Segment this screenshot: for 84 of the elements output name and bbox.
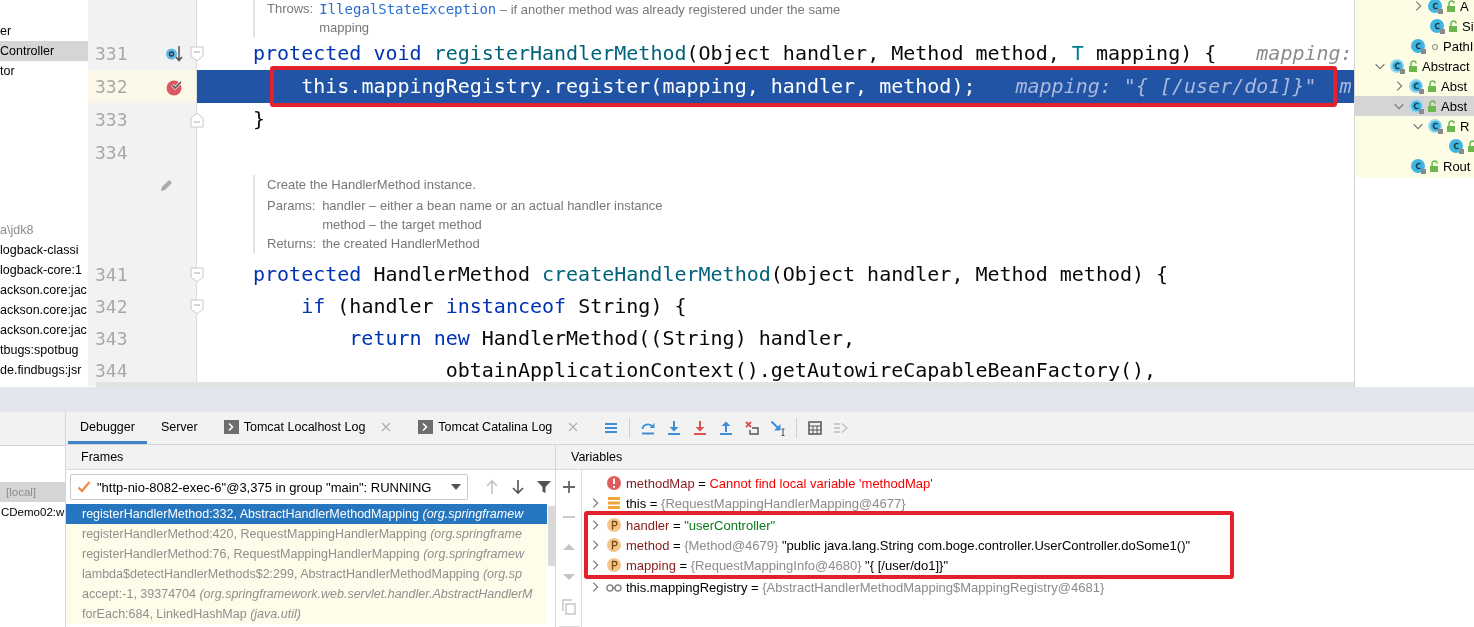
inline-hint: mapping: [1256,41,1353,65]
caret-icon [451,484,461,490]
menu-icon[interactable] [603,420,620,436]
code-text: this.mappingRegistry.register(mapping, handler, method); [301,74,976,98]
doc-label: Returns: [267,235,317,253]
tree-row[interactable]: Abst [1355,96,1474,116]
tree-row[interactable]: PathI [1355,36,1474,56]
line-number: 331 [94,43,129,64]
fold-marker-icon[interactable] [190,46,204,62]
tree-item[interactable]: Controller [0,41,88,61]
variable-entry: this = {RequestMappingHandlerMapping@4677} [626,495,906,511]
line-number: 343 [94,327,129,349]
scrollbar[interactable] [96,382,1354,387]
variable-entry: methodMap = Cannot find local variable 'methodMap' [626,475,933,491]
code-text: if (handler instanceof String) { [301,294,687,318]
tree-row[interactable]: Abst [1355,76,1474,96]
variable-entry: handler = "userController" [626,517,776,533]
tree-item[interactable]: ackson.core:jac [0,280,88,300]
code-text: } [253,107,266,131]
code-text: protected void registerHandlerMethod(Object handler, Method method, T mapping) { [253,41,1217,65]
doc-text: IllegalStateException – if another method was already registered under the same [319,0,842,19]
calculator-icon[interactable] [807,420,824,436]
tab[interactable]: Server [148,412,210,444]
line-number: 344 [94,359,129,381]
variable-entry: method = {Method@4679} "public java.lang.String com.boge.controller.UserController.doSome1()" [626,537,1191,553]
doc-text: handler – either a bean name or an actual handler instance [322,197,664,215]
step-over-icon[interactable] [640,420,657,436]
stack-frame[interactable]: registerHandlerMethod:332, AbstractHandlerMethodMapping (org.springframew [66,504,547,524]
variable-entry: mapping = {RequestMappingInfo@4680} "{ [/user/do1]}" [626,557,949,573]
doc-text: Create the HandlerMethod instance. [267,176,477,194]
line-number: 334 [94,142,129,163]
inline-hint: m [1339,74,1352,98]
tree-item[interactable]: ackson.core:jac [0,300,88,320]
session-item[interactable]: CDemo02:w [0,502,65,522]
step-into-icon[interactable] [692,420,709,436]
plus-icon[interactable] [560,479,577,495]
run-to-cursor-icon[interactable] [770,420,787,436]
panel-title: Variables [556,445,1474,470]
arrow-down-icon[interactable] [510,479,526,495]
code-text: obtainApplicationContext().getAutowireCapableBeanFactory(), [445,358,1157,382]
tree-item[interactable]: tbugs:spotbug [0,340,88,360]
doc-text: mapping [319,19,371,37]
drop-frame-icon[interactable] [744,420,761,436]
tab[interactable]: Tomcat Catalina Log [406,412,592,444]
close-icon[interactable] [567,420,580,433]
tree-row[interactable]: Si [1355,16,1474,36]
tree-row[interactable]: A [1355,0,1474,16]
tree-row[interactable]: Abstract [1355,56,1474,76]
filter-icon[interactable] [536,479,552,495]
tree-row[interactable]: Rout [1355,156,1474,176]
tree-item[interactable]: tor [0,61,88,81]
tab[interactable]: Tomcat Localhost Log [211,412,405,444]
doc-label: Throws: [267,0,314,18]
line-number: 332 [94,76,129,97]
line-number: 333 [94,109,129,130]
check-icon [77,480,91,494]
tree-row[interactable]: R [1355,116,1474,136]
line-number: 342 [94,295,129,317]
scrollbar[interactable] [548,506,555,566]
close-icon[interactable] [380,420,393,433]
fold-marker-icon[interactable] [190,112,204,128]
tree-item[interactable]: de.findbugs:jsr [0,360,88,380]
line-number: 341 [94,263,129,285]
tree-item[interactable]: logback-core:1 [0,260,88,280]
doc-link[interactable]: IllegalStateException [319,1,497,17]
tree-item[interactable]: logback-classi [0,240,88,260]
fold-marker-icon[interactable] [190,299,204,315]
doc-text: method – the target method [322,216,483,234]
tree-item[interactable]: er [0,21,88,41]
tree-item[interactable]: a\jdk8 [0,220,88,240]
fold-marker-icon[interactable] [190,267,204,283]
pencil-icon[interactable] [159,177,175,193]
doc-text: the created HandlerMethod [322,235,481,253]
code-text: protected HandlerMethod createHandlerMethod(Object handler, Method method) { [253,262,1169,286]
step-out-icon[interactable] [718,420,735,436]
variable-entry: this.mappingRegistry = {AbstractHandlerMethodMapping$MappingRegistry@4681} [626,579,1105,595]
thread-dropdown[interactable]: "http-nio-8082-exec-6"@3,375 in group "main": RUNNING [70,474,468,500]
inline-hint: mapping: "{ [/user/do1]}" [1015,74,1317,98]
code-text: return new HandlerMethod((String) handler, [349,326,856,350]
doc-label: Params: [267,197,317,215]
tree-item[interactable]: ackson.core:jac [0,320,88,340]
panel-title: Frames [66,445,555,470]
override-marker-icon[interactable] [165,44,183,63]
step-into-icon[interactable] [666,420,683,436]
